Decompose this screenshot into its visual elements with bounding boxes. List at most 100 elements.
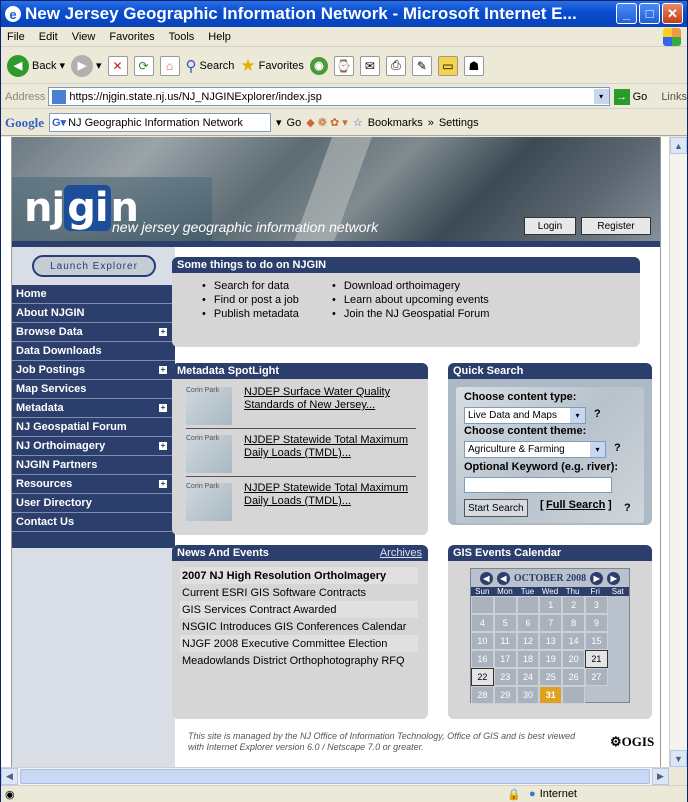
nav-item-browse-data[interactable]: Browse Data +	[12, 323, 175, 342]
expand-icon[interactable]: +	[159, 328, 167, 336]
full-search-link[interactable]: Full Search	[546, 499, 605, 511]
links-button[interactable]: Links	[661, 91, 687, 103]
vertical-scrollbar[interactable]: ▲ ▼	[669, 137, 687, 767]
settings-button[interactable]: Settings	[439, 117, 479, 129]
archives-link[interactable]: Archives	[380, 547, 422, 559]
nav-item-data-downloads[interactable]: Data Downloads	[12, 342, 175, 361]
calendar-event-day[interactable]: 22	[471, 668, 494, 686]
keyword-input[interactable]	[464, 477, 612, 493]
chevron-down-icon[interactable]: ▾	[276, 116, 282, 129]
nav-item-user-directory[interactable]: User Directory	[12, 494, 175, 513]
print-icon[interactable]: ⎙	[385, 55, 406, 76]
news-item[interactable]: NJGF 2008 Executive Committee Election	[180, 635, 418, 652]
media-icon[interactable]: ◉	[309, 56, 328, 75]
next-year-icon[interactable]: ▶	[607, 571, 621, 585]
chevron-down-icon[interactable]: ▾	[593, 89, 609, 104]
google-search-input[interactable]: G▾ NJ Geographic Information Network	[49, 113, 271, 132]
bookmarks-button[interactable]: Bookmarks	[368, 117, 423, 129]
calendar-today[interactable]: 31	[539, 686, 563, 704]
refresh-icon[interactable]: ⟳	[133, 55, 154, 76]
news-item[interactable]: NSGIC Introduces GIS Conferences Calenda…	[180, 618, 418, 635]
spotlight-link[interactable]: NJDEP Surface Water Quality Standards of…	[244, 386, 414, 412]
content-theme-select[interactable]: Agriculture & Farming ▾	[464, 441, 606, 458]
overflow-icon[interactable]: »	[428, 117, 434, 129]
news-item[interactable]: Meadowlands District Orthophotography RF…	[180, 652, 418, 669]
register-button[interactable]: Register	[581, 217, 651, 235]
close-button[interactable]: ✕	[662, 3, 683, 24]
expand-icon[interactable]: +	[159, 404, 167, 412]
launch-explorer-button[interactable]: Launch Explorer	[32, 255, 156, 277]
google-go-button[interactable]: Go	[287, 117, 302, 129]
toolbar-icons[interactable]: ◆ ❁ ✿ ▾	[306, 116, 348, 129]
news-item[interactable]: Current ESRI GIS Software Contracts	[180, 584, 418, 601]
home-icon[interactable]: ⌂	[159, 55, 180, 76]
maximize-button[interactable]: □	[639, 3, 660, 24]
start-search-button[interactable]: Start Search	[464, 499, 528, 517]
spotlight-link[interactable]: NJDEP Statewide Total Maximum Daily Load…	[244, 482, 414, 508]
help-icon[interactable]: ?	[624, 502, 631, 514]
nav-item-resources[interactable]: Resources +	[12, 475, 175, 494]
nav-item-about-njgin[interactable]: About NJGIN	[12, 304, 175, 323]
forward-button[interactable]: ▶ ▾	[71, 54, 102, 77]
menu-help[interactable]: Help	[208, 31, 231, 43]
nav-item-metadata[interactable]: Metadata +	[12, 399, 175, 418]
expand-icon[interactable]: +	[159, 366, 167, 374]
menu-tools[interactable]: Tools	[169, 31, 195, 43]
nav-item-njgin-partners[interactable]: NJGIN Partners	[12, 456, 175, 475]
spotlight-thumbnail[interactable]: Corin Park	[186, 435, 232, 473]
todo-link[interactable]: Publish metadata	[202, 307, 299, 321]
chevron-down-icon[interactable]: ▾	[59, 59, 65, 72]
next-month-icon[interactable]: ▶	[590, 571, 604, 585]
spotlight-thumbnail[interactable]: Corin Park	[186, 483, 232, 521]
address-input[interactable]: https://njgin.state.nj.us/NJ_NJGINExplor…	[48, 87, 610, 106]
todo-link[interactable]: Download orthoimagery	[332, 279, 489, 293]
content-type-select[interactable]: Live Data and Maps ▾	[464, 407, 586, 424]
edit-icon[interactable]: ✎	[411, 55, 432, 76]
favorites-button[interactable]: ★ Favorites	[240, 56, 304, 76]
nav-item-home[interactable]: Home	[12, 285, 175, 304]
help-icon[interactable]: ?	[614, 442, 621, 454]
search-button[interactable]: ⚲ Search	[186, 57, 235, 75]
todo-link[interactable]: Find or post a job	[202, 293, 299, 307]
menu-edit[interactable]: Edit	[39, 31, 58, 43]
news-item[interactable]: GIS Services Contract Awarded	[180, 601, 418, 618]
scroll-down-icon[interactable]: ▼	[670, 750, 687, 767]
scroll-left-icon[interactable]: ◀	[1, 768, 18, 785]
spotlight-thumbnail[interactable]: Corin Park	[186, 387, 232, 425]
nav-item-nj-geospatial-forum[interactable]: NJ Geospatial Forum	[12, 418, 175, 437]
expand-icon[interactable]: +	[159, 480, 167, 488]
chevron-down-icon[interactable]: ▾	[96, 59, 102, 72]
menu-file[interactable]: File	[7, 31, 25, 43]
nav-item-nj-orthoimagery[interactable]: NJ Orthoimagery +	[12, 437, 175, 456]
back-button[interactable]: ◀ Back ▾	[7, 54, 65, 77]
todo-link[interactable]: Learn about upcoming events	[332, 293, 489, 307]
prev-year-icon[interactable]: ◀	[479, 571, 493, 585]
scroll-right-icon[interactable]: ▶	[652, 768, 669, 785]
nav-item-map-services[interactable]: Map Services	[12, 380, 175, 399]
todo-link[interactable]: Search for data	[202, 279, 299, 293]
nav-item-label: NJ Geospatial Forum	[16, 421, 127, 433]
login-button[interactable]: Login	[524, 217, 576, 235]
folder-icon[interactable]: ▭	[437, 55, 458, 76]
todo-link[interactable]: Join the NJ Geospatial Forum	[332, 307, 490, 321]
menu-favorites[interactable]: Favorites	[109, 31, 154, 43]
help-icon[interactable]: ?	[594, 408, 601, 420]
scroll-up-icon[interactable]: ▲	[670, 137, 687, 154]
ogis-logo[interactable]: ⚙OGIS	[610, 734, 654, 750]
news-item[interactable]: 2007 NJ High Resolution OrthoImagery	[180, 567, 418, 584]
history-icon[interactable]: ⌚	[333, 55, 354, 76]
horizontal-scrollbar[interactable]: ◀ ▶	[1, 767, 669, 785]
nav-item-job-postings[interactable]: Job Postings +	[12, 361, 175, 380]
prev-month-icon[interactable]: ◀	[496, 571, 510, 585]
menu-view[interactable]: View	[72, 31, 96, 43]
minimize-button[interactable]: _	[616, 3, 637, 24]
expand-icon[interactable]: +	[159, 442, 167, 450]
stop-icon[interactable]: ✕	[107, 55, 128, 76]
messenger-icon[interactable]: ☗	[463, 55, 484, 76]
scroll-thumb[interactable]	[20, 769, 650, 784]
mail-icon[interactable]: ✉	[359, 55, 380, 76]
go-button[interactable]: → Go	[613, 88, 647, 105]
spotlight-link[interactable]: NJDEP Statewide Total Maximum Daily Load…	[244, 434, 414, 460]
nav-item-contact-us[interactable]: Contact Us	[12, 513, 175, 532]
calendar-event-day[interactable]: 21	[584, 650, 608, 668]
